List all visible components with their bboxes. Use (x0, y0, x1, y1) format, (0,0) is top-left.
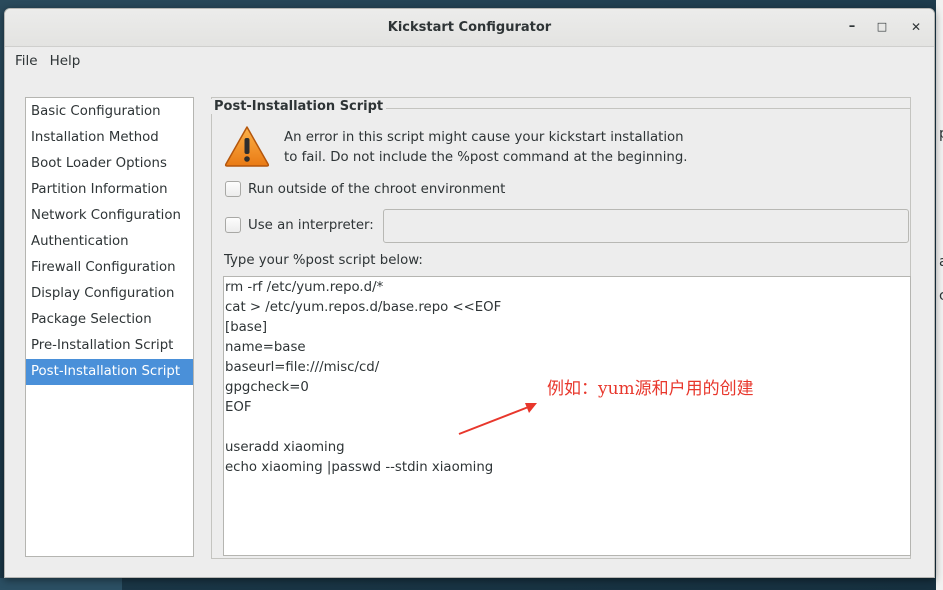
script-line: name=base (225, 340, 306, 355)
script-line: rm -rf /etc/yum.repo.d/* (225, 280, 384, 295)
panel-title: Post-Installation Script (211, 99, 387, 114)
chroot-checkbox[interactable] (225, 181, 241, 197)
sidebar-item-post-installation-script[interactable]: Post-Installation Script (26, 359, 193, 385)
script-line: useradd xiaoming (225, 440, 345, 455)
chroot-option[interactable]: Run outside of the chroot environment (225, 181, 505, 197)
sidebar-item-boot-loader-options[interactable]: Boot Loader Options (26, 151, 193, 177)
sidebar-item-basic-configuration[interactable]: Basic Configuration (26, 99, 193, 125)
section-list: Basic Configuration Installation Method … (25, 97, 194, 557)
sidebar-item-partition-information[interactable]: Partition Information (26, 177, 193, 203)
post-script-textarea[interactable]: rm -rf /etc/yum.repo.d/* cat > /etc/yum.… (223, 276, 911, 556)
annotation-arrow-icon (458, 403, 537, 435)
close-button[interactable]: ✕ (907, 18, 925, 36)
script-line: [base] (225, 320, 268, 335)
menu-file[interactable]: File (9, 53, 44, 69)
warning-message: An error in this script might cause your… (284, 128, 704, 168)
sidebar-item-network-configuration[interactable]: Network Configuration (26, 203, 193, 229)
sidebar-item-pre-installation-script[interactable]: Pre-Installation Script (26, 333, 193, 359)
script-line: cat > /etc/yum.repos.d/base.repo <<EOF (225, 300, 502, 315)
kickstart-window: Kickstart Configurator – □ ✕ File Help B… (4, 8, 935, 578)
sidebar-item-installation-method[interactable]: Installation Method (26, 125, 193, 151)
menu-help[interactable]: Help (44, 53, 87, 69)
interpreter-checkbox[interactable] (225, 217, 241, 233)
interpreter-option[interactable]: Use an interpreter: (225, 217, 374, 233)
sidebar-item-authentication[interactable]: Authentication (26, 229, 193, 255)
annotation-text: 例如：yum源和户用的创建 (547, 379, 754, 399)
desktop-panel-edge (0, 578, 122, 590)
maximize-button[interactable]: □ (873, 18, 891, 36)
script-line: echo xiaoming |passwd --stdin xiaoming (225, 460, 494, 475)
menu-bar: File Help (5, 47, 934, 75)
script-label: Type your %post script below: (224, 253, 423, 268)
title-bar[interactable]: Kickstart Configurator – □ ✕ (5, 9, 934, 47)
script-line: EOF (225, 400, 252, 415)
minimize-button[interactable]: – (843, 18, 861, 36)
chroot-label: Run outside of the chroot environment (248, 181, 506, 197)
interpreter-input[interactable] (383, 209, 909, 243)
background-window-edge: p a c (936, 0, 943, 590)
warning-triangle-icon (224, 126, 270, 167)
interpreter-label: Use an interpreter: (248, 217, 374, 233)
warning-line-2: to fail. Do not include the %post comman… (284, 150, 688, 165)
sidebar-item-package-selection[interactable]: Package Selection (26, 307, 193, 333)
script-line (225, 418, 910, 438)
warning-line-1: An error in this script might cause your… (284, 130, 684, 145)
window-title: Kickstart Configurator (387, 20, 552, 35)
sidebar-item-firewall-configuration[interactable]: Firewall Configuration (26, 255, 193, 281)
sidebar-item-display-configuration[interactable]: Display Configuration (26, 281, 193, 307)
